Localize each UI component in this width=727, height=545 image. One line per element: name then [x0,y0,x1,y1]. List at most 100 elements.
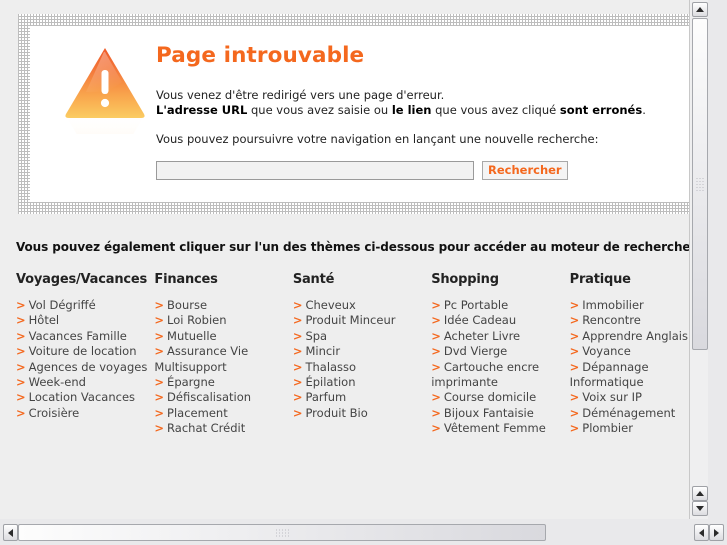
theme-link[interactable]: > Croisière [16,406,154,421]
theme-link[interactable]: > Pc Portable [431,298,569,313]
theme-link[interactable]: > Mutuelle [154,329,292,344]
theme-link[interactable]: > Course domicile [431,390,569,405]
theme-link[interactable]: > Idée Cadeau [431,313,569,328]
theme-link-label: Vacances Famille [28,328,127,343]
horizontal-scroll-thumb[interactable] [18,524,546,541]
theme-link-label: Agences de voyages [28,359,148,374]
scroll-up-arrow-bottom[interactable] [692,486,708,501]
chevron-right-icon: > [569,421,580,436]
error-line-2-mid1: que vous avez saisie ou [247,102,392,117]
scroll-left-arrow[interactable] [3,524,18,541]
theme-column-header: Pratique [569,272,631,287]
theme-link[interactable]: > Produit Minceur [293,313,431,328]
theme-link[interactable]: > Produit Bio [293,406,431,421]
chevron-right-icon: > [431,405,441,420]
chevron-right-icon: > [292,298,303,312]
theme-link-label: Mutuelle [167,328,217,343]
theme-link[interactable]: > Plombier [570,421,708,436]
theme-link[interactable]: > Hôtel [16,313,154,328]
theme-link-label: Acheter Livre [443,328,521,343]
theme-link[interactable]: > Thalasso [293,360,431,375]
window-right-gutter [708,0,727,545]
error-line-2-end: . [642,102,646,117]
theme-link-label: Bourse [167,298,208,312]
scroll-down-arrow[interactable] [692,501,708,516]
theme-link-label: Pc Portable [443,298,509,312]
theme-link-label: Produit Bio [305,405,368,420]
chevron-right-icon: > [292,344,303,359]
search-input[interactable] [156,160,474,180]
theme-link[interactable]: > Rachat Crédit [154,421,292,436]
theme-link[interactable]: > Cheveux [293,298,431,313]
theme-column-header: Shopping [431,272,499,287]
theme-link-label: Voix sur IP [582,390,642,405]
theme-link[interactable]: > Immobilier [570,298,708,313]
chevron-right-icon: > [292,375,303,390]
chevron-right-icon: > [16,359,26,374]
theme-link[interactable]: > Défiscalisation [154,390,292,405]
theme-link[interactable]: > Agences de voyages [16,360,154,375]
scroll-left-arrow-end[interactable] [694,524,709,541]
search-row: Rechercher [156,160,680,180]
chevron-right-icon: > [431,390,441,405]
chevron-right-icon: > [292,405,303,420]
theme-link[interactable]: > Dvd Vierge [431,344,569,359]
theme-link[interactable]: > Dépannage Informatique [570,360,708,391]
scroll-right-arrow[interactable] [709,524,724,541]
theme-link[interactable]: > Parfum [293,390,431,405]
vertical-scrollbar[interactable] [689,0,708,519]
warning-triangle-icon [65,48,145,134]
theme-link[interactable]: > Bijoux Fantaisie [431,406,569,421]
theme-link[interactable]: > Vol Dégriffé [16,298,154,313]
theme-link[interactable]: > Location Vacances [16,390,154,405]
theme-link-label: Voyance [582,344,631,359]
chevron-right-icon: > [431,298,441,312]
theme-column-finances: Finances > Bourse > Loi Robien > Mutuelle >… [154,272,292,437]
theme-link[interactable]: > Acheter Livre [431,329,569,344]
theme-link-label: Produit Minceur [305,313,396,328]
page-title: Page introuvable [156,43,365,68]
theme-link[interactable]: > Apprendre Anglais [570,329,708,344]
error-line-2-link: le lien [391,102,432,117]
chevron-right-icon: > [431,421,441,436]
theme-link[interactable]: > Cartouche encre imprimante [431,360,569,391]
theme-link[interactable]: > Déménagement [570,406,708,421]
chevron-right-icon: > [16,344,26,359]
theme-link[interactable]: > Vêtement Femme [431,421,569,436]
chevron-right-icon: > [569,405,580,420]
theme-column-voyages: Voyages/Vacances > Vol Dégriffé > Hôtel > V… [16,272,154,437]
theme-link[interactable]: > Spa [293,329,431,344]
chevron-right-icon: > [292,390,303,405]
theme-link[interactable]: > Assurance Vie Multisupport [154,344,292,375]
theme-link-label: Immobilier [582,298,644,312]
error-panel: Page introuvable Vous venez d'être redir… [30,26,690,202]
theme-link-label: Dvd Vierge [443,344,508,359]
theme-link-label: Course domicile [443,390,537,405]
theme-link[interactable]: > Mincir [293,344,431,359]
theme-link-label: Défiscalisation [167,390,252,405]
theme-link[interactable]: > Vacances Famille [16,329,154,344]
theme-link[interactable]: > Voiture de location [16,344,154,359]
error-line-2: L'adresse URL que vous avez saisie ou le… [156,103,680,118]
theme-link[interactable]: > Bourse [154,298,292,313]
horizontal-scrollbar[interactable] [0,519,727,545]
theme-link[interactable]: > Épargne [154,375,292,390]
theme-link[interactable]: > Rencontre [570,313,708,328]
vertical-scroll-thumb[interactable] [692,18,708,350]
theme-link[interactable]: > Placement [154,406,292,421]
theme-link[interactable]: > Voix sur IP [570,390,708,405]
theme-column-pratique: Pratique > Immobilier > Rencontre > Apprend… [570,272,708,437]
theme-link-label: Thalasso [305,359,357,374]
theme-link[interactable]: > Voyance [570,344,708,359]
chevron-right-icon: > [431,359,441,374]
chevron-right-icon: > [154,344,165,359]
theme-link[interactable]: > Loi Robien [154,313,292,328]
chevron-right-icon: > [154,298,165,312]
theme-link[interactable]: > Week-end [16,375,154,390]
theme-link[interactable]: > Épilation [293,375,431,390]
theme-link-label: Parfum [305,390,347,405]
scroll-up-arrow[interactable] [692,2,708,17]
theme-link-label: Plombier [582,421,633,436]
search-button[interactable]: Rechercher [482,160,568,180]
chevron-right-icon: > [154,405,165,420]
